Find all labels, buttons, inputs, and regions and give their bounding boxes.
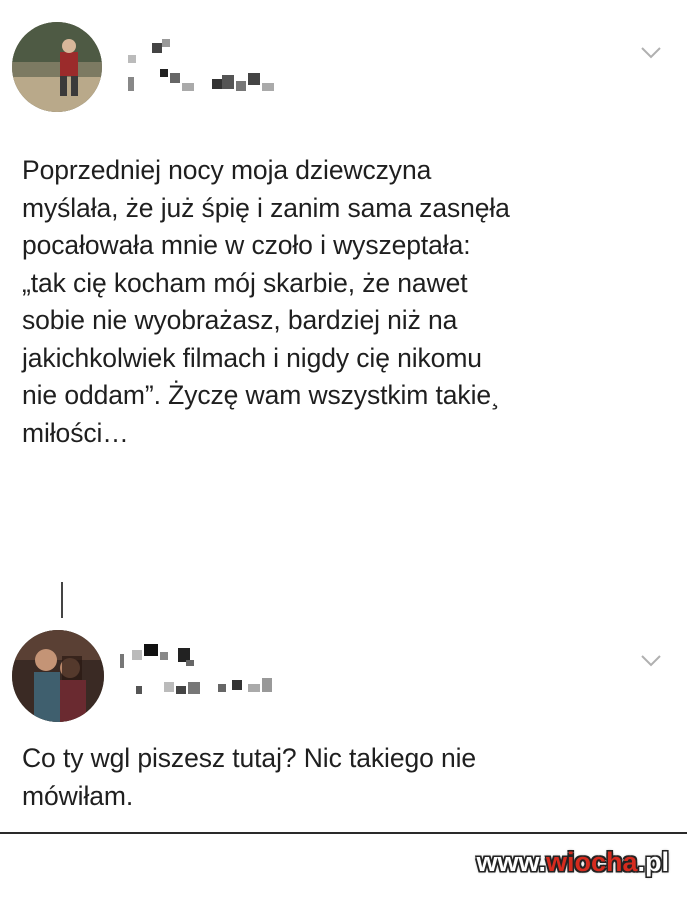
watermark: www.wiocha.pl xyxy=(476,847,669,878)
original-post: Poprzedniej nocy moja dziewczyna myślała… xyxy=(0,0,687,560)
chevron-down-icon[interactable] xyxy=(640,654,662,668)
chevron-down-icon[interactable] xyxy=(640,46,662,60)
username-pixelated[interactable] xyxy=(114,638,294,713)
divider xyxy=(0,832,687,834)
thread-connector xyxy=(61,582,63,618)
reply-post: Co ty wgl piszesz tutaj? Nic takiego nie… xyxy=(0,620,687,835)
username-pixelated[interactable] xyxy=(112,35,302,110)
reply-text: Co ty wgl piszesz tutaj? Nic takiego nie… xyxy=(22,743,477,811)
watermark-suffix: .pl xyxy=(637,847,670,877)
watermark-accent: wiocha xyxy=(545,847,638,877)
post-text: Poprzedniej nocy moja dziewczyna myślała… xyxy=(22,155,510,448)
avatar[interactable] xyxy=(12,630,104,722)
avatar[interactable] xyxy=(12,22,102,112)
watermark-prefix: www. xyxy=(476,847,546,877)
